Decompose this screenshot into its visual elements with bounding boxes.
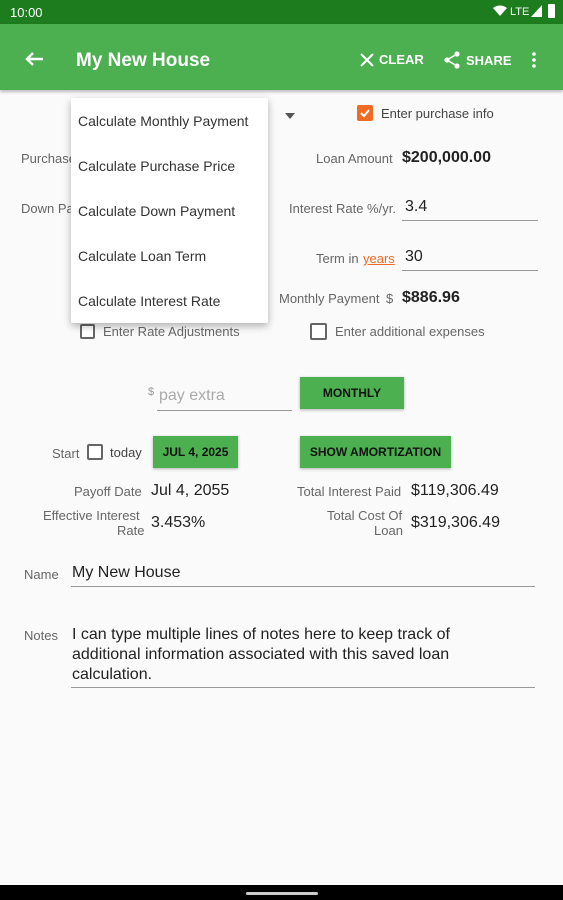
- term-unit-link[interactable]: years: [363, 251, 395, 266]
- additional-expenses-label: Enter additional expenses: [335, 324, 485, 339]
- calculation-type-dropdown-icon[interactable]: [285, 106, 295, 124]
- pay-extra-input[interactable]: pay extra: [157, 384, 292, 411]
- term-value: 30: [405, 248, 423, 265]
- network-type: LTE: [510, 6, 530, 18]
- rate-adjustments-label: Enter Rate Adjustments: [103, 324, 240, 339]
- extra-currency: $: [148, 386, 155, 398]
- page-title: My New House: [76, 50, 211, 71]
- overflow-menu-icon[interactable]: [532, 52, 536, 73]
- wifi-icon: [493, 5, 507, 20]
- notes-line: calculation.: [72, 666, 153, 683]
- term-input[interactable]: 30: [402, 247, 538, 271]
- term-label: Term in: [316, 251, 359, 266]
- status-time: 10:00: [10, 5, 43, 20]
- effective-rate-label: Effective Interest: [43, 508, 140, 523]
- notes-line: additional information associated with t…: [72, 646, 450, 663]
- payment-frequency-label: MONTHLY: [322, 386, 382, 400]
- start-date-button[interactable]: JUL 4, 2025: [153, 436, 238, 468]
- start-date-label: JUL 4, 2025: [162, 445, 229, 459]
- total-cost-label-2: Loan: [374, 523, 403, 538]
- name-value: My New House: [72, 564, 181, 581]
- start-today-checkbox[interactable]: today: [87, 444, 142, 460]
- additional-expenses-checkbox[interactable]: Enter additional expenses: [310, 323, 485, 340]
- monthly-payment-label: Monthly Payment: [279, 291, 380, 306]
- notes-label: Notes: [24, 628, 58, 643]
- share-label: SHARE: [466, 52, 512, 68]
- interest-rate-value: 3.4: [405, 198, 428, 215]
- app-bar: My New House CLEAR SHARE: [0, 24, 563, 90]
- effective-rate-label-2: Rate: [117, 523, 145, 538]
- menu-item-calculate-monthly-payment[interactable]: Calculate Monthly Payment: [78, 113, 248, 129]
- rate-adjustments-checkbox[interactable]: Enter Rate Adjustments: [80, 324, 240, 339]
- clear-button[interactable]: CLEAR: [360, 52, 424, 67]
- payment-frequency-button[interactable]: MONTHLY: [300, 377, 404, 409]
- start-label: Start: [52, 446, 80, 461]
- status-bar: 10:00 LTE: [0, 0, 563, 24]
- effective-rate-value: 3.453%: [151, 514, 206, 531]
- today-label: today: [110, 444, 142, 460]
- menu-item-calculate-down-payment[interactable]: Calculate Down Payment: [78, 203, 235, 219]
- payoff-date-value: Jul 4, 2055: [151, 482, 230, 499]
- monthly-payment-value: $886.96: [402, 289, 460, 306]
- signal-icon: [531, 5, 542, 20]
- checkbox-unchecked-icon: [80, 324, 95, 339]
- checkbox-unchecked-icon: [87, 444, 103, 460]
- loan-amount-value: $200,000.00: [402, 149, 491, 166]
- home-handle[interactable]: [246, 892, 318, 895]
- payoff-date-label: Payoff Date: [74, 484, 142, 499]
- purchase-info-label: Enter purchase info: [381, 105, 494, 121]
- total-cost-value: $319,306.49: [411, 514, 500, 531]
- menu-item-calculate-purchase-price[interactable]: Calculate Purchase Price: [78, 158, 235, 174]
- pay-extra-placeholder: pay extra: [159, 387, 225, 404]
- show-amortization-button[interactable]: SHOW AMORTIZATION: [300, 436, 451, 468]
- checkbox-checked-icon: [357, 105, 373, 121]
- checkbox-unchecked-icon: [310, 323, 327, 340]
- menu-item-calculate-loan-term[interactable]: Calculate Loan Term: [78, 248, 206, 264]
- menu-item-calculate-interest-rate[interactable]: Calculate Interest Rate: [78, 293, 220, 309]
- purchase-price-label: Purchase: [21, 151, 76, 166]
- close-icon: [360, 52, 374, 67]
- interest-rate-label: Interest Rate %/yr.: [289, 201, 396, 216]
- loan-amount-label: Loan Amount: [316, 151, 393, 166]
- share-button[interactable]: SHARE: [444, 51, 512, 69]
- interest-rate-input[interactable]: 3.4: [402, 197, 538, 221]
- monthly-payment-currency: $: [386, 291, 394, 306]
- total-interest-value: $119,306.49: [411, 482, 499, 499]
- navigation-bar: [0, 885, 563, 900]
- notes-textarea[interactable]: I can type multiple lines of notes here …: [71, 624, 535, 688]
- battery-icon: [548, 4, 555, 18]
- back-arrow-icon[interactable]: [24, 51, 44, 72]
- total-interest-label: Total Interest Paid: [297, 484, 402, 499]
- name-input[interactable]: My New House: [71, 563, 535, 587]
- show-amortization-label: SHOW AMORTIZATION: [309, 445, 442, 459]
- name-label: Name: [24, 567, 59, 582]
- total-cost-label: Total Cost Of: [327, 508, 403, 523]
- calculation-type-menu: Calculate Monthly Payment Calculate Purc…: [71, 98, 268, 323]
- share-icon: [444, 51, 460, 69]
- purchase-info-checkbox[interactable]: Enter purchase info: [357, 105, 494, 121]
- notes-line: I can type multiple lines of notes here …: [72, 626, 450, 643]
- clear-label: CLEAR: [379, 52, 424, 67]
